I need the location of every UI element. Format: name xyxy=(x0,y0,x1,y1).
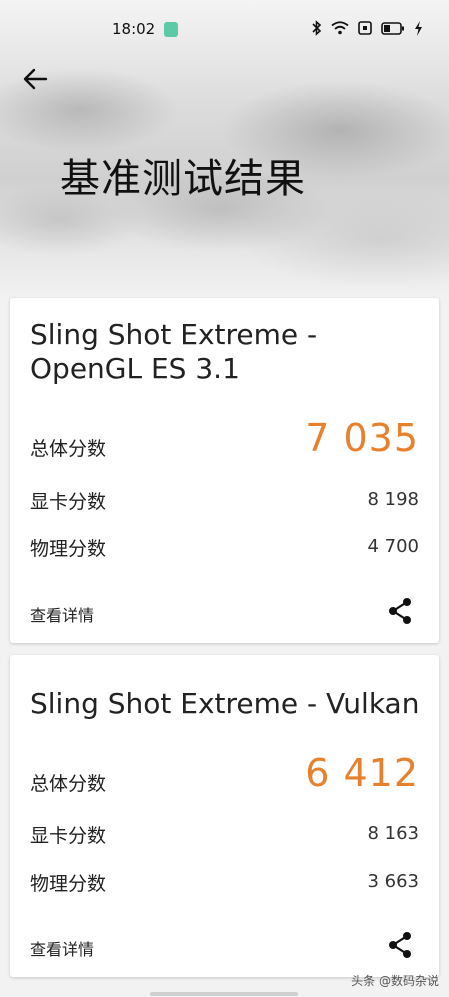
status-time: 18:02 xyxy=(112,20,156,38)
physics-score-value: 4 700 xyxy=(367,536,419,557)
physics-score-label: 物理分数 xyxy=(30,538,107,560)
watermark: 头条 @数码杂说 xyxy=(351,974,439,988)
total-score-label: 总体分数 xyxy=(30,773,107,795)
result-card-opengl: Sling Shot Extreme - OpenGL ES 3.1 总体分数 … xyxy=(10,298,439,643)
graphics-score-value: 8 163 xyxy=(367,823,419,844)
status-icons xyxy=(312,20,423,36)
total-score-value: 7 035 xyxy=(305,416,419,460)
graphics-score-value: 8 198 xyxy=(367,489,419,510)
home-indicator[interactable] xyxy=(150,992,298,996)
charging-icon xyxy=(415,20,422,36)
view-details-link[interactable]: 查看详情 xyxy=(30,936,94,960)
page-title: 基准测试结果 xyxy=(60,156,306,202)
wifi-icon xyxy=(331,21,349,35)
share-icon[interactable] xyxy=(387,931,413,959)
graphics-score-label: 显卡分数 xyxy=(30,825,107,847)
app-notification-icon xyxy=(164,22,178,37)
battery-icon xyxy=(381,21,404,35)
bluetooth-icon xyxy=(312,20,322,36)
card-title: Sling Shot Extreme - Vulkan xyxy=(30,687,420,720)
physics-score-label: 物理分数 xyxy=(30,873,107,895)
view-details-link[interactable]: 查看详情 xyxy=(30,602,94,626)
back-arrow-icon[interactable] xyxy=(20,63,52,95)
total-score-value: 6 412 xyxy=(305,751,419,795)
status-bar: 18:02 xyxy=(0,0,449,60)
card-title: Sling Shot Extreme - OpenGL ES 3.1 xyxy=(30,318,318,385)
share-icon[interactable] xyxy=(387,597,413,625)
graphics-score-label: 显卡分数 xyxy=(30,491,107,513)
nfc-icon xyxy=(358,21,372,35)
total-score-label: 总体分数 xyxy=(30,438,107,460)
result-card-vulkan: Sling Shot Extreme - Vulkan 总体分数 6 412 显… xyxy=(10,655,439,977)
physics-score-value: 3 663 xyxy=(367,871,419,892)
